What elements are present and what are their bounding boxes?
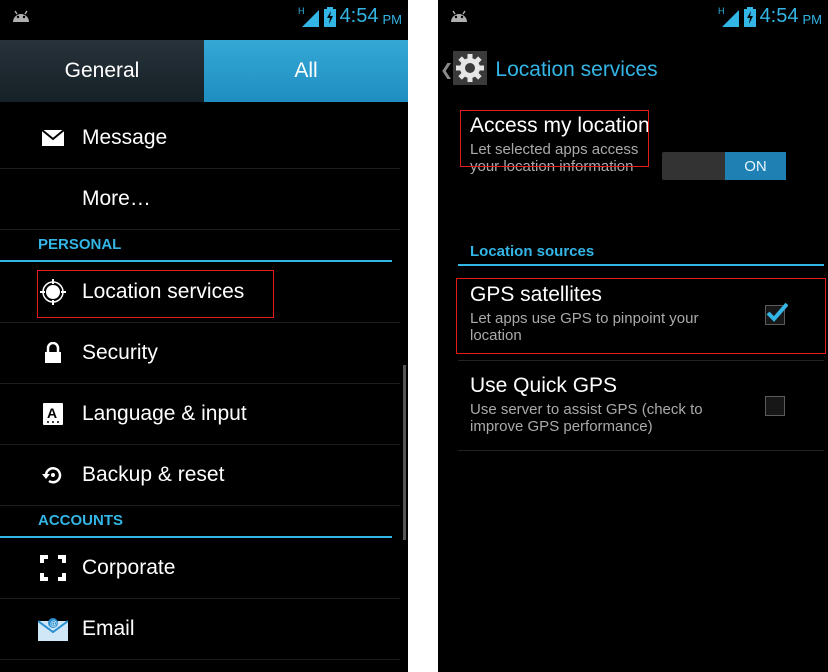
- settings-item-label: Language & input: [82, 402, 247, 425]
- settings-item-label: More…: [82, 187, 151, 210]
- section-header-personal: PERSONAL: [0, 230, 392, 262]
- clock-ampm: PM: [802, 12, 823, 27]
- status-bar: H 4:54 PM: [438, 0, 828, 34]
- android-icon: [13, 10, 29, 22]
- location-toggle[interactable]: ON: [662, 152, 786, 180]
- signal-icon: H: [718, 6, 739, 27]
- settings-item-label: Security: [82, 341, 158, 364]
- pref-title: Use Quick GPS: [470, 374, 618, 397]
- action-bar: ❮ Location services: [438, 42, 828, 98]
- settings-item-label: Email: [82, 617, 135, 640]
- section-header-accounts: ACCOUNTS: [0, 506, 392, 538]
- section-header-location-sources: Location sources: [458, 238, 824, 266]
- page-title: Location services: [495, 58, 658, 81]
- highlight-box: [456, 278, 826, 354]
- svg-text:@: @: [50, 621, 57, 628]
- battery-charging-icon: [323, 6, 336, 27]
- settings-item-label: Corporate: [82, 556, 176, 579]
- corporate-brackets-icon: [38, 553, 68, 583]
- svg-text:H: H: [298, 6, 305, 16]
- svg-text:H: H: [718, 6, 725, 16]
- scrollbar[interactable]: [403, 365, 406, 540]
- gear-icon[interactable]: [453, 50, 488, 90]
- settings-list: Message More… PERSONAL Location services…: [0, 108, 400, 660]
- divider: [458, 450, 824, 451]
- tab-all[interactable]: All: [204, 40, 408, 102]
- settings-item-email[interactable]: @ Email: [0, 599, 400, 660]
- svg-text:A: A: [47, 405, 57, 421]
- settings-item-language-input[interactable]: A Language & input: [0, 384, 400, 445]
- status-bar: H 4:54 PM: [0, 0, 408, 34]
- pref-summary: Use server to assist GPS (check to impro…: [470, 401, 703, 435]
- clock-time: 4:54: [339, 5, 379, 27]
- location-services-screen: H 4:54 PM ❮ Location services Access my …: [438, 0, 828, 672]
- keyboard-a-icon: A: [38, 399, 68, 429]
- battery-charging-icon: [743, 6, 756, 27]
- settings-item-label: Backup & reset: [82, 463, 225, 486]
- settings-item-message[interactable]: Message: [0, 108, 400, 169]
- divider: [458, 360, 824, 361]
- settings-item-security[interactable]: Security: [0, 323, 400, 384]
- back-chevron-icon[interactable]: ❮: [440, 60, 453, 80]
- clock-ampm: PM: [382, 12, 403, 27]
- clock-time: 4:54: [759, 5, 799, 27]
- settings-screen: H 4:54 PM General All Message More… PERS…: [0, 0, 408, 672]
- quick-gps-checkbox[interactable]: [765, 396, 785, 416]
- email-envelope-icon: @: [38, 614, 68, 644]
- settings-item-backup-reset[interactable]: Backup & reset: [0, 445, 400, 506]
- settings-item-more[interactable]: More…: [0, 169, 400, 230]
- envelope-icon: [38, 123, 68, 153]
- settings-item-corporate[interactable]: Corporate: [0, 538, 400, 599]
- signal-icon: H: [298, 6, 319, 27]
- highlight-box: [37, 270, 274, 318]
- tab-general[interactable]: General: [0, 40, 204, 102]
- backup-restore-icon: [38, 460, 68, 490]
- highlight-box: [460, 110, 649, 167]
- settings-item-label: Message: [82, 126, 168, 149]
- settings-tabs: General All: [0, 40, 408, 102]
- android-icon: [451, 10, 467, 22]
- lock-icon: [38, 338, 68, 368]
- toggle-on-label: ON: [725, 152, 786, 180]
